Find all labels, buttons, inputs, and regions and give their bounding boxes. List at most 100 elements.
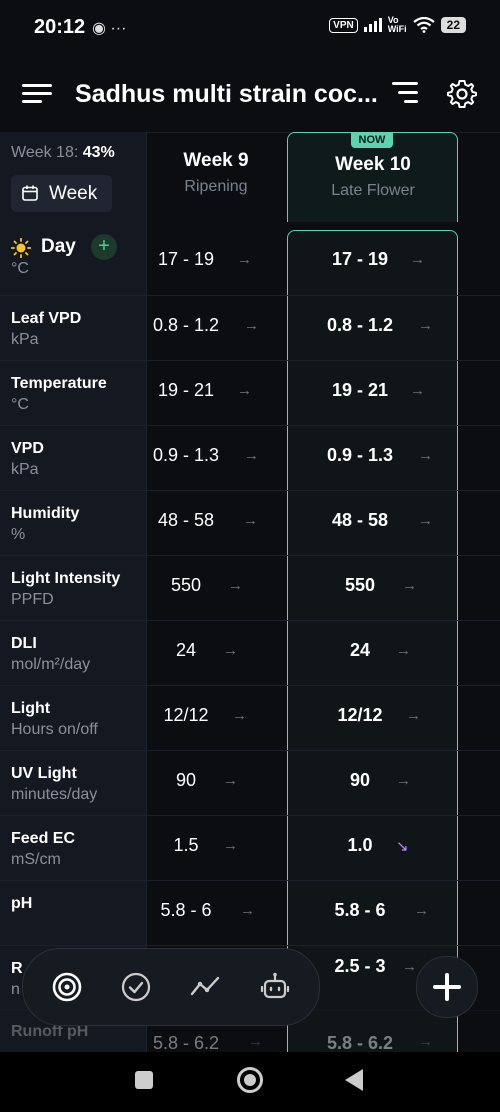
column-header-week-10[interactable]: Week 10 Late Flower [287, 132, 459, 222]
row-label: Light Intensity [11, 570, 121, 587]
week9-value: 12/12 [163, 705, 209, 725]
target-icon[interactable] [49, 969, 85, 1005]
table-row[interactable]: VPD kPa 0.9 - 1.3 → 0.9 - 1.3 → [0, 425, 500, 491]
row-unit: mS/cm [11, 851, 61, 868]
week10-value: 48 - 58 [331, 510, 389, 530]
arrow-right-icon: → [228, 577, 243, 594]
table-row[interactable]: Feed EC mS/cm 1.5 → 1.0 ↘ [0, 815, 500, 881]
vowifi-bottom: WiFi [387, 24, 407, 34]
clock: 20:12 [34, 16, 86, 38]
row-unit: kPa [11, 461, 39, 478]
table-row[interactable]: Light Hours on/off 12/12 → 12/12 → [0, 685, 500, 751]
week10-value: 2.5 - 3 [334, 956, 386, 976]
week9-value: 24 [175, 640, 197, 660]
week-progress: Week 18: 43% [11, 144, 115, 162]
week10-value: 5.8 - 6.2 [326, 1033, 394, 1052]
row-label: Temperature [11, 375, 107, 392]
gear-icon[interactable] [446, 78, 478, 110]
arrow-right-icon: → [396, 642, 411, 659]
battery-icon: 22 [440, 17, 466, 33]
bottom-nav [22, 948, 320, 1026]
vpn-icon: VPN [329, 17, 358, 33]
column-week: Week 9 [183, 150, 249, 171]
week-view-button[interactable]: Week [11, 175, 112, 212]
plus-icon-vertical [445, 973, 449, 1001]
arrow-right-icon: → [223, 772, 238, 789]
filter-icon[interactable] [390, 82, 418, 104]
column-header-week-9[interactable]: Week 9 Ripening [147, 132, 285, 222]
arrow-right-icon: → [396, 772, 411, 789]
table-row[interactable]: DLI mol/m²/day 24 → 24 → [0, 620, 500, 686]
column-stage: Late Flower [331, 182, 415, 199]
menu-icon[interactable] [22, 84, 52, 104]
check-circle-icon[interactable] [118, 969, 154, 1005]
row-label: DLI [11, 635, 37, 652]
schedule-table: Week 18: 43% Week Day + NOW Week 9 Ripen… [0, 132, 500, 1052]
row-label: UV Light [11, 765, 77, 782]
recents-icon[interactable] [135, 1071, 153, 1089]
week9-value: 5.8 - 6 [160, 900, 212, 920]
row-unit: PPFD [11, 591, 54, 608]
table-row[interactable]: Light Intensity PPFD 550 → 550 → [0, 555, 500, 621]
table-row[interactable]: °C 17 - 19 → 17 - 19 → [0, 230, 500, 295]
app-bar: Sadhus multi strain coc... [0, 56, 500, 133]
week10-value: 17 - 19 [331, 249, 389, 269]
arrow-right-icon: → [410, 251, 425, 268]
arrow-right-icon: → [240, 902, 255, 919]
row-label: VPD [11, 440, 44, 457]
add-button[interactable] [416, 956, 478, 1018]
row-unit: mol/m²/day [11, 656, 91, 673]
week-progress-label: Week 18: [11, 144, 83, 161]
home-icon[interactable] [237, 1067, 263, 1093]
week9-value: 17 - 19 [157, 249, 215, 269]
row-label: pH [11, 895, 33, 912]
table-row[interactable]: Temperature °C 19 - 21 → 19 - 21 → [0, 360, 500, 426]
week10-value: 19 - 21 [331, 380, 389, 400]
arrow-right-icon: → [418, 447, 433, 464]
arrow-right-icon: → [223, 837, 238, 854]
row-label: Feed EC [11, 830, 76, 847]
row-unit: minutes/day [11, 786, 98, 803]
system-indicators: VPN Vo WiFi 22 [329, 16, 466, 34]
status-bar: 20:12 ◉ ··· VPN Vo WiFi 22 [0, 0, 500, 56]
system-nav-bar [0, 1052, 500, 1112]
trend-icon[interactable] [188, 969, 224, 1005]
table-row[interactable]: Humidity % 48 - 58 → 48 - 58 → [0, 490, 500, 556]
week10-value: 0.9 - 1.3 [326, 445, 394, 465]
wifi-icon [412, 17, 435, 33]
week10-value: 12/12 [337, 705, 383, 725]
arrow-right-icon: → [237, 382, 252, 399]
week10-value: 90 [349, 770, 371, 790]
week-progress-percent: 43% [82, 144, 115, 161]
arrow-right-icon: → [244, 447, 259, 464]
week9-value: 1.5 [173, 835, 199, 855]
week9-value: 0.8 - 1.2 [152, 315, 220, 335]
column-week: Week 10 [335, 154, 411, 175]
row-label: Leaf VPD [11, 310, 82, 327]
week9-value: 0.9 - 1.3 [152, 445, 220, 465]
column-stage: Ripening [184, 178, 248, 195]
table-row[interactable]: Leaf VPD kPa 0.8 - 1.2 → 0.8 - 1.2 → [0, 295, 500, 361]
week9-value: 48 - 58 [157, 510, 215, 530]
arrow-right-icon: → [418, 317, 433, 334]
row-label: R [11, 960, 23, 977]
arrow-right-icon: → [402, 958, 417, 975]
week10-value: 1.0 [347, 835, 373, 855]
week9-value: 19 - 21 [157, 380, 215, 400]
arrow-right-icon: → [243, 512, 258, 529]
arrow-right-icon: → [410, 382, 425, 399]
week9-value: 5.8 - 6.2 [152, 1033, 220, 1052]
row-label: Humidity [11, 505, 80, 522]
table-row[interactable]: pH 5.8 - 6 → 5.8 - 6 → [0, 880, 500, 946]
signal-icon [363, 18, 382, 32]
vowifi-icon: Vo WiFi [388, 16, 407, 34]
back-icon[interactable] [345, 1069, 363, 1091]
arrow-right-icon: → [232, 707, 247, 724]
table-row[interactable]: UV Light minutes/day 90 → 90 → [0, 750, 500, 816]
week10-value: 5.8 - 6 [334, 900, 386, 920]
row-unit: % [11, 526, 26, 543]
arrow-right-icon: → [418, 1033, 433, 1050]
robot-icon[interactable] [257, 969, 293, 1005]
week9-value: 90 [175, 770, 197, 790]
week-button-label: Week [49, 183, 98, 204]
